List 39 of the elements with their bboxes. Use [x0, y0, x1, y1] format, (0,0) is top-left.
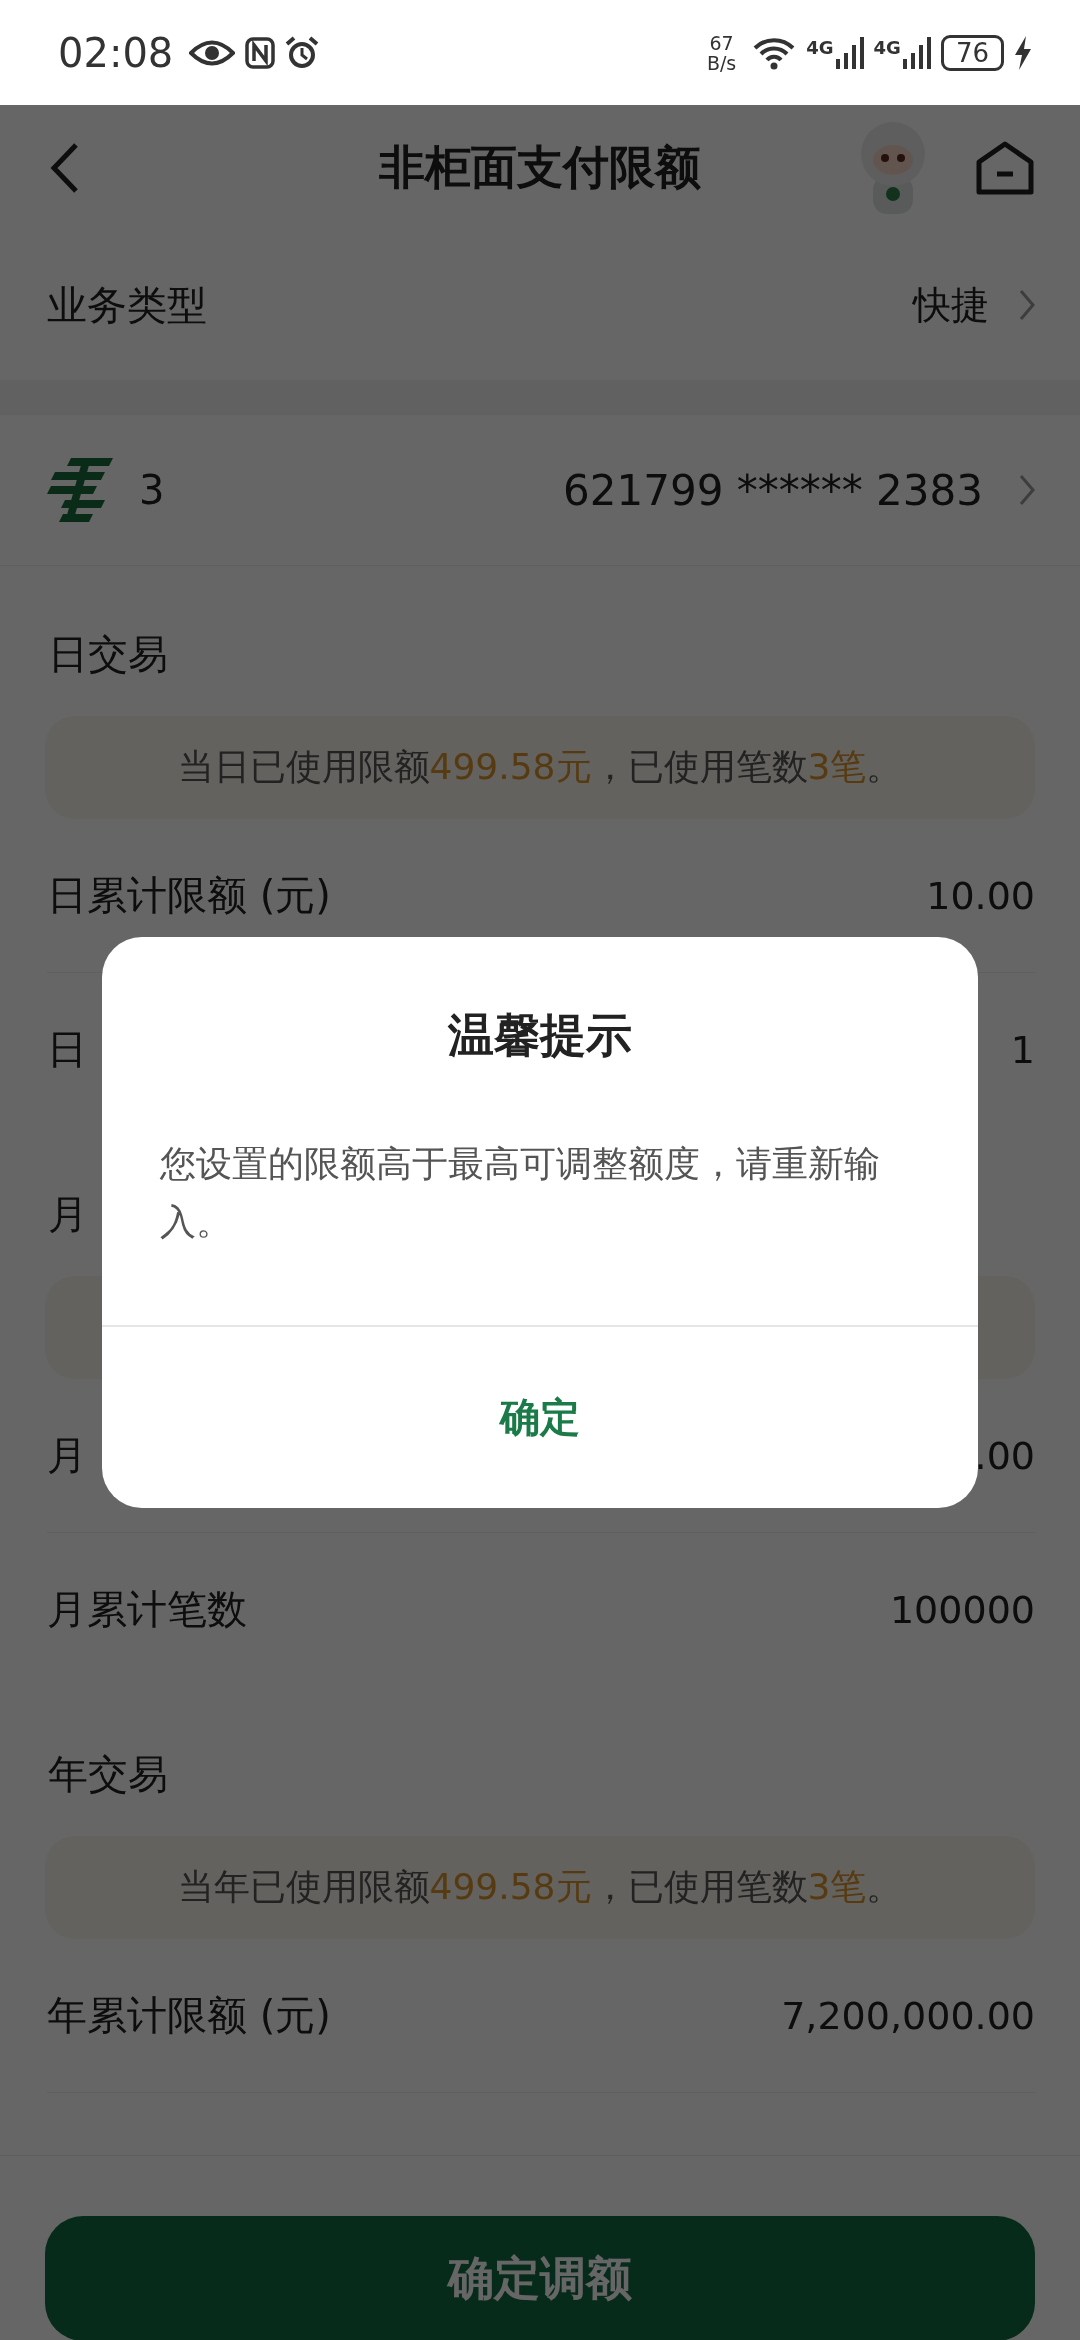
wifi-icon — [752, 35, 797, 70]
signal-icon — [835, 36, 864, 69]
alarm-icon — [285, 35, 320, 70]
dialog-ok-button[interactable]: 确定 — [102, 1325, 978, 1508]
network-type: 4G — [873, 36, 901, 58]
dialog-message: 您设置的限额高于最高可调整额度，请重新输入。 — [160, 1142, 881, 1244]
usage-notice: 当年已使用限额499.58元，已使用笔数3笔。 — [45, 1836, 1035, 1939]
section-title: 日交易 — [47, 630, 168, 679]
back-icon[interactable] — [50, 141, 80, 194]
signal-icon — [902, 36, 931, 69]
home-icon[interactable] — [975, 139, 1035, 196]
charging-icon — [1014, 35, 1032, 70]
battery-indicator: 76 — [940, 34, 1004, 71]
confirm-adjust-button[interactable]: 确定调额 — [45, 2216, 1035, 2340]
chevron-right-icon — [1019, 289, 1035, 321]
limit-value[interactable]: 10.00 — [926, 873, 1035, 918]
network-type: 4G — [806, 36, 834, 58]
network-speed: 67 B/s — [706, 32, 737, 73]
limit-label: 日累计限额 (元) — [47, 871, 331, 920]
business-type-label: 业务类型 — [47, 280, 207, 330]
bank-logo-icon — [47, 458, 113, 522]
limit-label: 日 — [47, 1025, 87, 1074]
usage-notice: 当日已使用限额499.58元，已使用笔数3笔。 — [45, 716, 1035, 819]
section-title: 年交易 — [47, 1750, 168, 1799]
limit-label: 年累计限额 (元) — [47, 1991, 331, 2040]
card-number[interactable]: 621799 ****** 2383 — [563, 465, 983, 515]
chevron-right-icon — [1019, 474, 1035, 506]
limit-label: 月 — [47, 1431, 87, 1480]
card-name: 3 — [139, 467, 165, 513]
limit-value[interactable]: 1 — [1010, 1027, 1035, 1072]
limit-value[interactable]: 7,200,000.00 — [781, 1993, 1035, 2038]
page-title: 非柜面支付限额 — [379, 138, 701, 196]
limit-label: 月累计笔数 — [47, 1585, 247, 1634]
status-time: 02:08 — [58, 29, 174, 76]
section-title: 月 — [47, 1190, 88, 1239]
nfc-icon — [245, 36, 276, 69]
dialog-title: 温馨提示 — [447, 1007, 633, 1064]
limit-value[interactable]: 100000 — [889, 1587, 1035, 1632]
business-type-value[interactable]: 快捷 — [913, 279, 989, 331]
